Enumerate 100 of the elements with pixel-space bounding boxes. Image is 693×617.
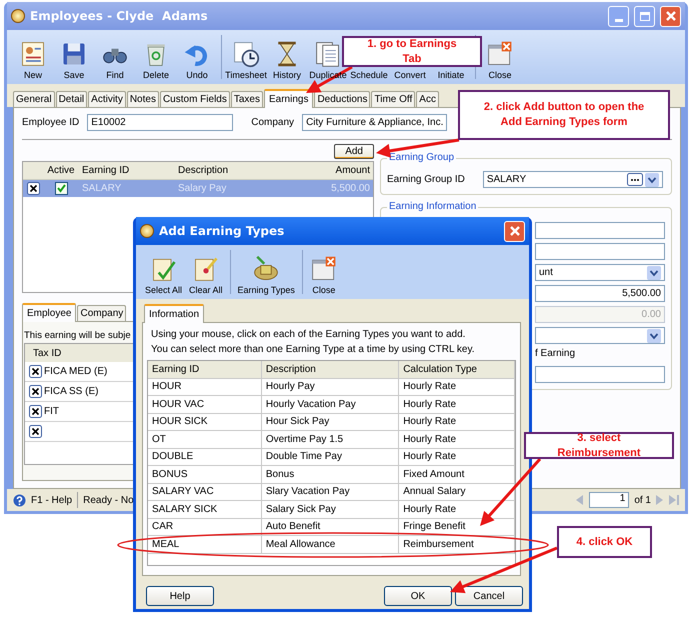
table-cell: Bonus — [262, 466, 400, 482]
toolbar-button[interactable]: Close — [306, 255, 341, 295]
table-cell: FICA MED (E) — [44, 366, 108, 377]
toolbar-button[interactable]: Select All — [142, 255, 186, 295]
table-row[interactable]: MEAL Meal Allowance Reimbursement — [148, 536, 515, 554]
page-field[interactable]: 1 — [589, 492, 630, 508]
input-field[interactable] — [535, 243, 665, 260]
tab[interactable]: Time Off — [371, 91, 416, 107]
table-cell: BONUS — [148, 466, 262, 482]
close-icon[interactable] — [664, 10, 676, 22]
table-cell-text: Salary Pay — [177, 183, 228, 194]
dialog-button[interactable]: Help — [146, 586, 214, 606]
toolbar-button[interactable]: Find — [95, 40, 135, 80]
tab[interactable]: Custom Fields — [160, 91, 230, 107]
table-row[interactable]: BONUS Bonus Fixed Amount — [148, 466, 515, 484]
table-cell: Hour Sick Pay — [262, 414, 400, 430]
table-cell: SALARY SICK — [148, 501, 262, 518]
tab[interactable]: Information — [144, 304, 204, 323]
toolbar-button[interactable]: Clear All — [186, 255, 226, 295]
tab[interactable]: Earnings — [264, 89, 314, 108]
remove-icon[interactable] — [29, 405, 42, 418]
field-label: Employee ID — [22, 117, 80, 128]
remove-icon[interactable] — [29, 385, 42, 398]
tab[interactable]: Employee — [22, 303, 76, 322]
help-icon[interactable] — [13, 494, 26, 506]
tab[interactable]: Acc — [416, 91, 439, 107]
toolbar-button[interactable]: Convert — [394, 70, 426, 80]
table-row[interactable]: DOUBLE Double Time Pay Hourly Rate — [148, 448, 515, 466]
instruction-text: You can select more than one Earning Type at a time by using CTRL key. — [150, 343, 476, 357]
tab[interactable]: Company — [77, 305, 126, 321]
maximize-button[interactable] — [634, 6, 655, 26]
table-row[interactable]: HOUR VAC Hourly Vacation Pay Hourly Rate — [148, 396, 515, 414]
dropdown-icon[interactable] — [644, 172, 659, 186]
checkbox[interactable] — [54, 182, 68, 195]
tab[interactable]: General — [13, 91, 55, 107]
column-header[interactable]: Earning ID — [79, 165, 175, 176]
table-row[interactable]: SALARY VAC Slary Vacation Pay Annual Salary — [148, 484, 515, 501]
dropdown[interactable]: unt — [535, 264, 665, 281]
employee-id-field[interactable]: E10002 — [87, 114, 234, 131]
tab[interactable]: Taxes — [230, 91, 263, 107]
table-cell: Fixed Amount — [399, 466, 515, 482]
table-cell: Hourly Rate — [399, 396, 515, 412]
column-header[interactable]: Earning ID — [148, 361, 262, 378]
input-field[interactable] — [535, 222, 665, 239]
dropdown-icon[interactable] — [647, 266, 661, 280]
ellipsis-icon[interactable] — [626, 173, 643, 186]
table-cell: Annual Salary — [399, 484, 515, 500]
close-button[interactable] — [660, 6, 681, 26]
tab[interactable]: Notes — [126, 91, 159, 107]
column-header[interactable]: Tax ID — [33, 348, 62, 358]
dialog-button[interactable]: Cancel — [455, 586, 523, 606]
callout: 4. click OK — [557, 526, 652, 558]
table-cell: FICA SS (E) — [44, 386, 98, 397]
input-field[interactable] — [535, 366, 665, 383]
company-field[interactable]: City Furniture & Appliance, Inc. — [302, 114, 448, 131]
remove-icon[interactable] — [29, 365, 42, 378]
toolbar-button[interactable]: History — [267, 40, 307, 80]
column-header[interactable]: Amount — [295, 165, 373, 176]
close-window-icon — [486, 40, 514, 68]
dropdown-icon[interactable] — [647, 328, 661, 342]
toolbar-button[interactable]: Schedule — [350, 70, 388, 80]
toolbar-button[interactable]: New — [13, 40, 53, 80]
table-row[interactable]: HOUR Hourly Pay Hourly Rate — [148, 378, 515, 396]
group-title: Earning Group — [387, 152, 456, 163]
column-header[interactable]: Calculation Type — [399, 361, 515, 378]
help-hint: F1 - Help — [31, 494, 72, 506]
toolbar-button[interactable]: Earning Types — [234, 255, 298, 295]
close-button[interactable] — [504, 220, 525, 242]
tab[interactable]: Deductions — [314, 91, 370, 107]
documents-icon — [314, 40, 342, 68]
table-cell: HOUR VAC — [148, 396, 262, 412]
remove-icon[interactable] — [29, 425, 42, 438]
tab[interactable]: Detail — [56, 91, 88, 107]
table-row[interactable]: HOUR SICK Hour Sick Pay Hourly Rate — [148, 414, 515, 431]
earning-group-field[interactable]: SALARY — [482, 171, 663, 188]
app-icon — [11, 9, 25, 23]
dialog-button[interactable]: OK — [384, 586, 452, 606]
tab[interactable]: Activity — [88, 91, 126, 107]
toolbar-button[interactable]: Close — [480, 40, 520, 80]
close-icon[interactable] — [508, 225, 520, 237]
group-title: Earning Information — [387, 201, 478, 212]
window-title: Employees - Clyde Adams — [30, 9, 208, 23]
column-header[interactable]: Description — [262, 361, 400, 378]
minimize-button[interactable] — [608, 6, 629, 26]
remove-icon[interactable] — [26, 182, 40, 195]
column-header[interactable]: Active — [43, 165, 79, 176]
dialog-title: Add Earning Types — [159, 224, 284, 238]
table-row[interactable]: OT Overtime Pay 1.5 Hourly Rate — [148, 431, 515, 448]
toolbar-button[interactable]: Undo — [177, 40, 217, 80]
column-header[interactable]: Description — [175, 165, 295, 176]
table-cell-text: SALARY — [81, 183, 122, 194]
table-cell: CAR — [148, 518, 262, 535]
toolbar-button[interactable]: Delete — [136, 40, 176, 80]
status-text: Ready - No — [83, 494, 134, 506]
add-button[interactable]: Add — [334, 144, 374, 159]
toolbar-button[interactable]: Save — [54, 40, 94, 80]
input-field[interactable]: 5,500.00 — [535, 285, 665, 302]
toolbar-button[interactable]: Timesheet — [226, 40, 266, 80]
callout: 3. select Reimbursement — [524, 432, 674, 459]
toolbar-button[interactable]: Initiate — [438, 70, 464, 80]
